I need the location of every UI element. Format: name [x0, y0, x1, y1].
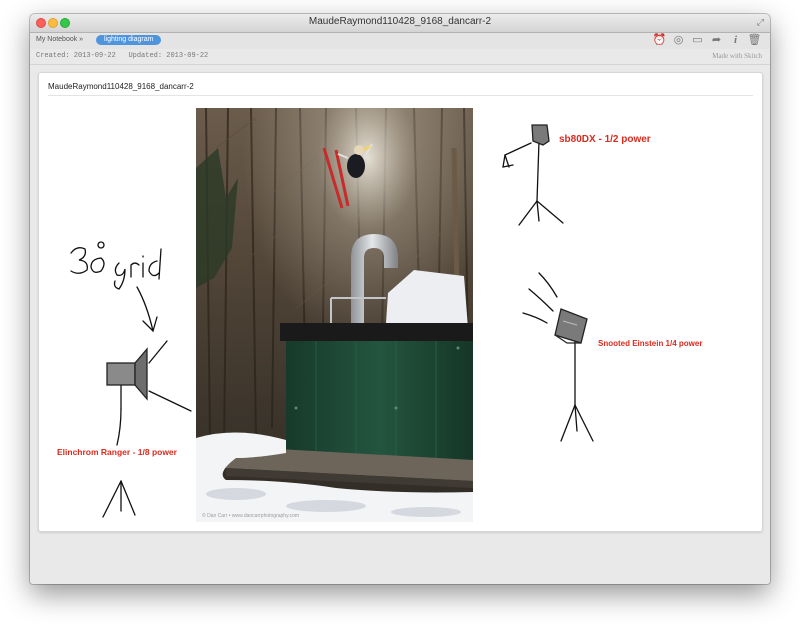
created-date: Created: 2013-09-22 — [36, 52, 116, 60]
einstein-snoot-stand — [522, 272, 594, 442]
sb80dx-caption[interactable]: sb80DX - 1/2 power — [559, 134, 651, 145]
note-toolbar: My Notebook » lighting diagram ⏰ ◎ ▭ ➦ i… — [30, 33, 770, 49]
sb80dx-flash-icon — [531, 124, 550, 146]
lighting-sketch — [70, 124, 594, 518]
updated-date: Updated: 2013-09-22 — [128, 52, 209, 60]
share-arrow-icon[interactable]: ➦ — [709, 33, 724, 48]
elinchrom-softbox-icon — [106, 347, 148, 401]
einstein-snoot-icon — [554, 308, 588, 344]
note-dates: Created: 2013-09-22 Updated: 2013-09-22 — [36, 52, 208, 60]
trash-icon[interactable]: 🗑 — [747, 33, 762, 48]
toolbar-actions: ⏰ ◎ ▭ ➦ i 🗑 — [652, 33, 762, 48]
skitch-window: MaudeRaymond110428_9168_dancarr-2 ⤢ My N… — [30, 14, 770, 584]
handwritten-grid-note — [70, 241, 162, 290]
einstein-caption[interactable]: Snooted Einstein 1/4 power — [598, 339, 702, 348]
sb80dx-flash-stand — [502, 140, 564, 226]
note-meta-bar: Created: 2013-09-22 Updated: 2013-09-22 … — [30, 49, 770, 65]
title-bar[interactable]: MaudeRaymond110428_9168_dancarr-2 ⤢ — [30, 14, 770, 33]
reminder-icon[interactable]: ⏰ — [652, 33, 667, 48]
present-icon[interactable]: ▭ — [690, 33, 705, 48]
notebook-breadcrumb[interactable]: My Notebook » — [36, 36, 83, 43]
elinchrom-caption[interactable]: Elinchrom Ranger - 1/8 power — [57, 447, 177, 457]
window-title: MaudeRaymond110428_9168_dancarr-2 — [308, 16, 492, 27]
info-icon[interactable]: i — [728, 33, 743, 48]
tag-lighting-diagram[interactable]: lighting diagram — [96, 35, 162, 45]
fullscreen-icon[interactable]: ⤢ — [757, 17, 764, 28]
made-with-skitch[interactable]: Made with Skitch — [712, 52, 762, 60]
note-card: MaudeRaymond110428_9168_dancarr-2 © Dan … — [38, 72, 763, 532]
share-circle-icon[interactable]: ◎ — [671, 33, 686, 48]
